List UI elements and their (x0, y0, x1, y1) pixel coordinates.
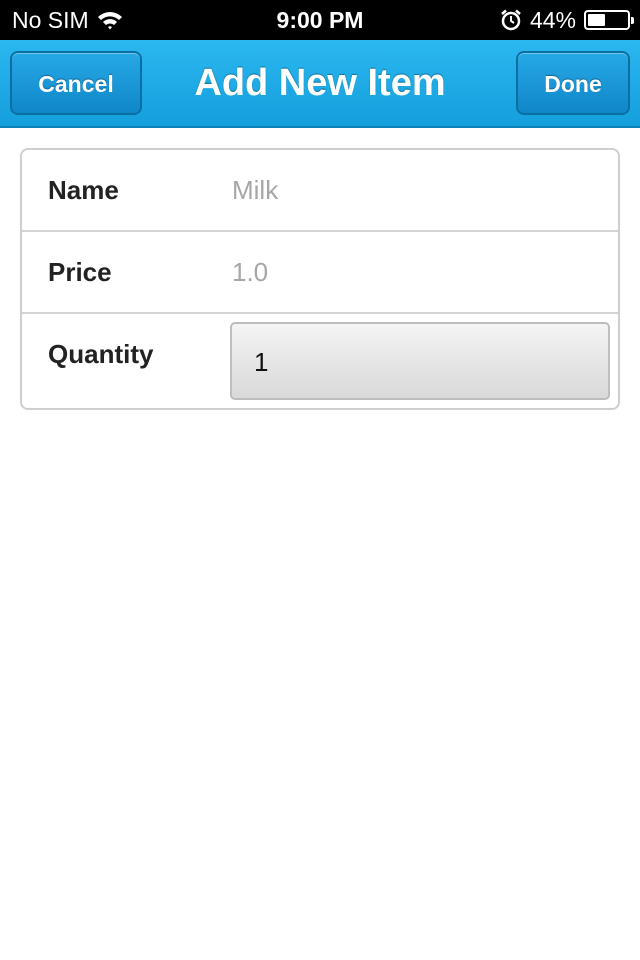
price-label: Price (48, 257, 112, 287)
status-right: 44% (500, 0, 634, 40)
battery-fill (588, 14, 605, 26)
form-row-price[interactable]: Price 1.0 (22, 232, 618, 314)
battery-percent: 44% (529, 7, 576, 33)
name-label: Name (48, 175, 119, 205)
item-form: Name Milk Price 1.0 Quantity 1 (20, 148, 620, 410)
price-field[interactable]: 1.0 (232, 232, 268, 312)
quantity-label: Quantity (48, 339, 154, 369)
form-row-name[interactable]: Name Milk (22, 150, 618, 232)
form-row-quantity: Quantity 1 (22, 314, 618, 408)
name-field[interactable]: Milk (232, 150, 278, 230)
status-bar: No SIM 9:00 PM 44% (0, 0, 640, 40)
navigation-bar: Cancel Add New Item Done (0, 40, 640, 128)
done-button[interactable]: Done (516, 51, 630, 115)
quantity-picker[interactable]: 1 (230, 322, 610, 400)
alarm-icon (500, 9, 522, 31)
add-item-screen: No SIM 9:00 PM 44% Cancel Add New Item D… (0, 0, 640, 960)
battery-icon (584, 10, 634, 30)
